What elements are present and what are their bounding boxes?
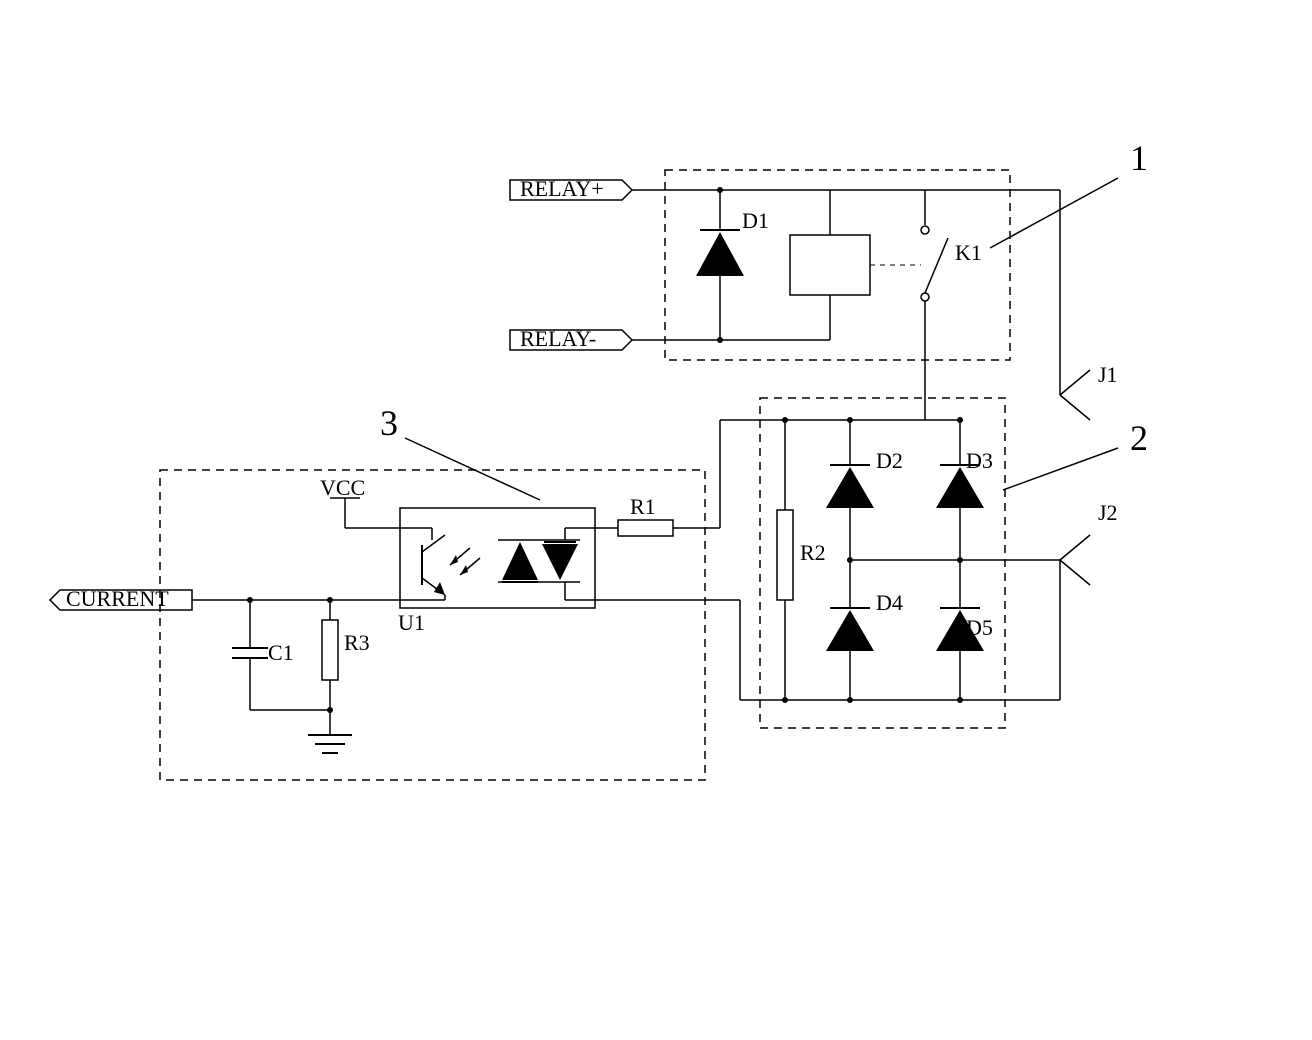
j2-label: J2 (1098, 500, 1118, 525)
block-3-box (160, 470, 705, 780)
switch-k1: K1 (830, 190, 982, 420)
d2-label: D2 (876, 448, 903, 473)
u1-label: U1 (398, 610, 425, 635)
d5-label: D5 (966, 615, 993, 640)
d1-label: D1 (742, 208, 769, 233)
block1-num: 1 (1130, 138, 1148, 178)
relay-plus-label: RELAY+ (520, 176, 604, 201)
current-tag: CURRENT (50, 586, 400, 611)
optocoupler-u1: U1 (345, 508, 595, 635)
d4-label: D4 (876, 590, 903, 615)
ground-symbol (308, 735, 352, 753)
terminal-j1: J1 (1060, 362, 1118, 420)
diode-d3: D3 (936, 420, 993, 560)
vcc-label: VCC (320, 475, 365, 500)
j1-label: J1 (1098, 362, 1118, 387)
diode-d1: D1 (696, 190, 769, 340)
circuit-diagram: RELAY+ RELAY- D1 (0, 0, 1312, 1040)
r3-label: R3 (344, 630, 370, 655)
relay-plus-tag: RELAY+ (510, 176, 720, 201)
current-label: CURRENT (66, 586, 169, 611)
k1-label: K1 (955, 240, 982, 265)
diode-d2: D2 (826, 420, 903, 560)
block2-num: 2 (1130, 418, 1148, 458)
diode-d5: D5 (936, 560, 993, 700)
block3-num: 3 (380, 403, 398, 443)
terminal-j2: J2 (1060, 500, 1118, 585)
resistor-r1: R1 (595, 420, 785, 536)
capacitor-c1: C1 (232, 600, 294, 710)
relay-minus-label: RELAY- (520, 326, 596, 351)
r1-label: R1 (630, 494, 656, 519)
diode-d4: D4 (826, 560, 903, 700)
c1-label: C1 (268, 640, 294, 665)
relay-minus-tag: RELAY- (510, 326, 720, 351)
d3-label: D3 (966, 448, 993, 473)
r2-label: R2 (800, 540, 826, 565)
resistor-r3: R3 (322, 600, 370, 710)
resistor-r2: R2 (777, 420, 826, 700)
